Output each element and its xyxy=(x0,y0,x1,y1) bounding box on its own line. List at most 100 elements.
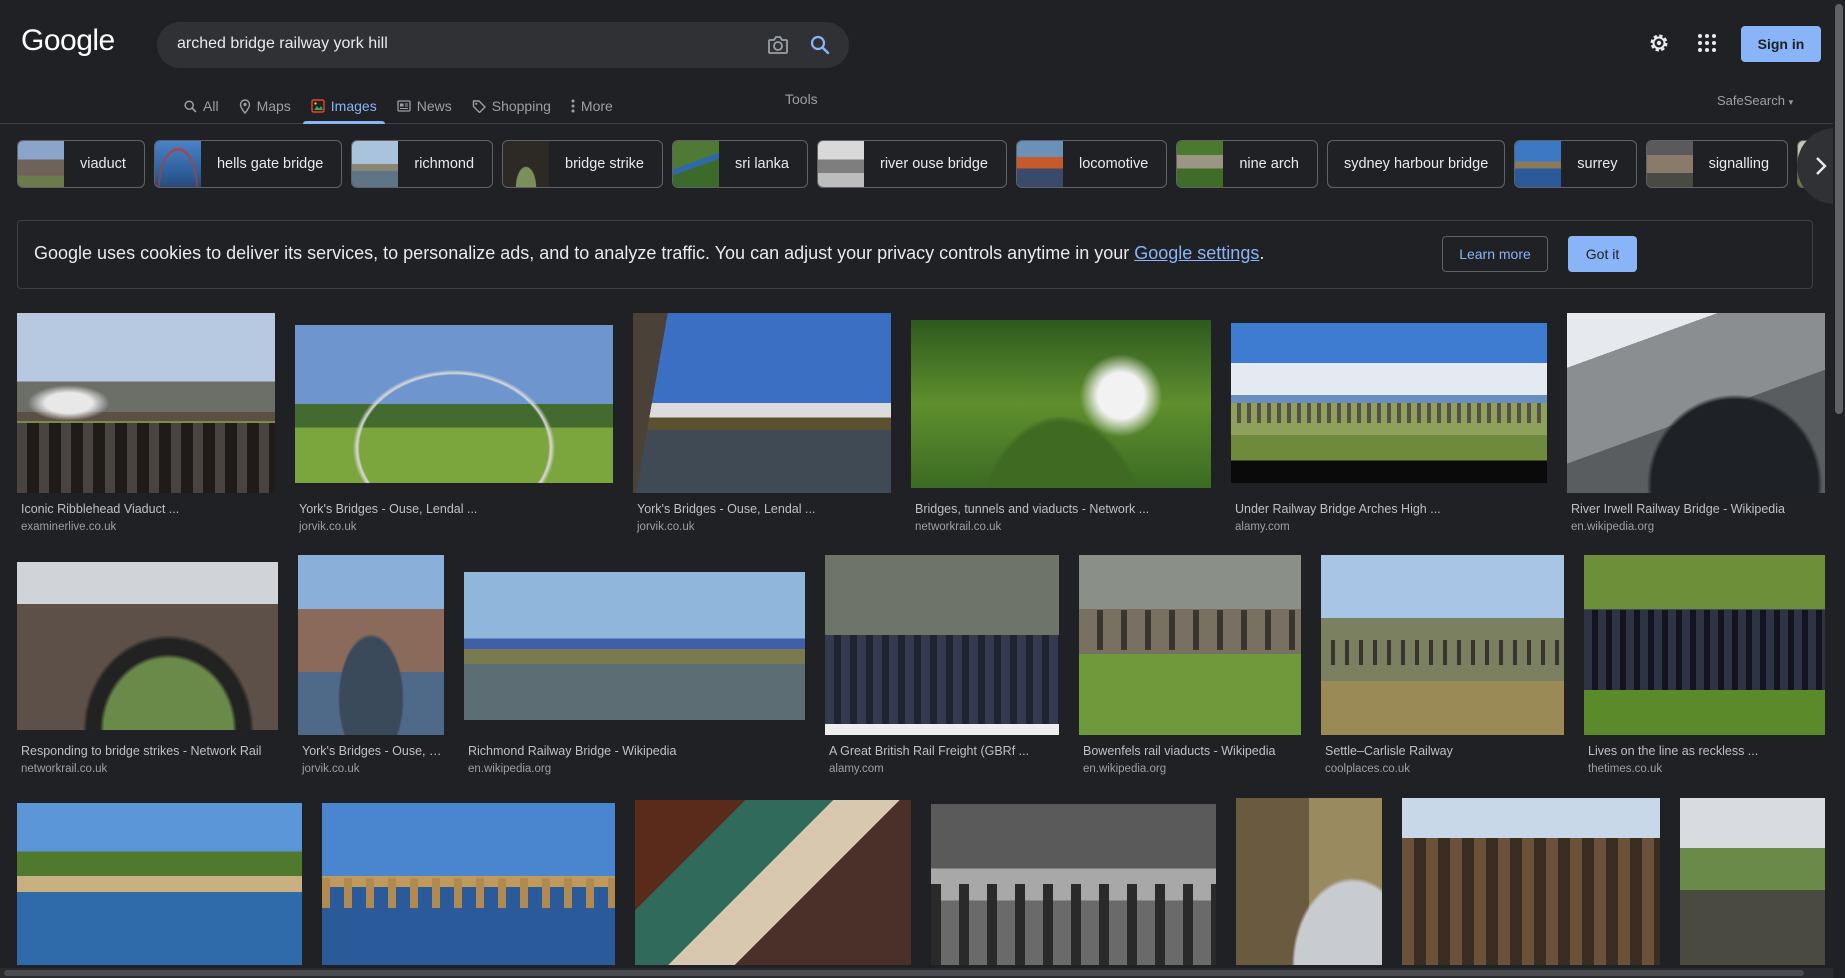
chip-thumbnail xyxy=(1017,141,1063,187)
image-result[interactable]: York's Bridges - Ouse, Lendal ... jorvik… xyxy=(295,313,613,537)
image-result[interactable]: Bridges, tunnels and viaducts - Network … xyxy=(911,313,1211,537)
vertical-scrollbar[interactable] xyxy=(1833,0,1845,978)
scrollbar-thumb[interactable] xyxy=(4,970,1804,976)
result-title[interactable]: Responding to bridge strikes - Network R… xyxy=(21,744,278,758)
tab-label: Maps xyxy=(256,98,291,114)
result-title[interactable]: Bridges, tunnels and viaducts - Network … xyxy=(915,502,1207,516)
result-title[interactable]: York's Bridges - Ouse, Lendal ... xyxy=(299,502,609,516)
result-image[interactable] xyxy=(1402,798,1660,965)
result-source: jorvik.co.uk xyxy=(637,521,695,533)
search-box[interactable]: arched bridge railway york hill xyxy=(157,22,849,68)
google-settings-link[interactable]: Google settings xyxy=(1134,243,1259,263)
result-image[interactable] xyxy=(17,313,275,493)
camera-icon[interactable] xyxy=(762,30,794,60)
image-result[interactable]: Responding to bridge strikes - Network R… xyxy=(17,555,278,779)
search-icon[interactable] xyxy=(804,30,836,60)
image-result[interactable] xyxy=(1236,798,1382,965)
result-image[interactable] xyxy=(295,325,613,483)
result-image[interactable] xyxy=(464,572,805,720)
result-image[interactable] xyxy=(1079,555,1301,735)
result-image[interactable] xyxy=(1567,313,1825,493)
search-icon xyxy=(184,99,197,113)
result-source: examinerlive.co.uk xyxy=(21,521,117,533)
result-image[interactable] xyxy=(635,800,911,965)
result-image[interactable] xyxy=(1236,798,1382,965)
image-result[interactable]: A Great British Rail Freight (GBRf ... a… xyxy=(825,555,1059,779)
result-title[interactable]: Settle–Carlisle Railway xyxy=(1325,744,1564,758)
chip-nine-arch[interactable]: nine arch xyxy=(1176,140,1318,188)
chip-locomotive[interactable]: locomotive xyxy=(1016,140,1168,188)
result-image[interactable] xyxy=(931,804,1216,965)
result-title[interactable]: Under Railway Bridge Arches High ... xyxy=(1235,502,1543,516)
caret-down-icon: ▾ xyxy=(1788,97,1794,107)
chip-viaduct[interactable]: viaduct xyxy=(17,140,145,188)
result-image[interactable] xyxy=(1680,798,1825,965)
tab-maps[interactable]: Maps xyxy=(231,88,299,124)
chip-hells-gate-bridge[interactable]: hells gate bridge xyxy=(153,140,343,188)
result-image[interactable] xyxy=(1321,555,1564,735)
image-result[interactable]: Lives on the line as reckless ... thetim… xyxy=(1584,555,1825,779)
chip-thumbnail xyxy=(18,141,64,187)
chip-signalling[interactable]: signalling xyxy=(1645,140,1789,188)
result-title[interactable]: Bowenfels rail viaducts - Wikipedia xyxy=(1083,744,1301,758)
safesearch-label: SafeSearch xyxy=(1717,93,1785,108)
got-it-button[interactable]: Got it xyxy=(1568,236,1637,272)
image-result[interactable]: River Irwell Railway Bridge - Wikipedia … xyxy=(1567,313,1825,537)
horizontal-scrollbar[interactable] xyxy=(0,968,1833,978)
tab-all[interactable]: All xyxy=(176,88,227,124)
safesearch-button[interactable]: SafeSearch ▾ xyxy=(1717,93,1793,108)
search-input[interactable]: arched bridge railway york hill xyxy=(177,35,388,53)
result-image[interactable] xyxy=(633,313,891,493)
apps-grid-icon[interactable] xyxy=(1692,28,1722,58)
image-result[interactable]: Settle–Carlisle Railway coolplaces.co.uk xyxy=(1321,555,1564,779)
result-title[interactable]: York's Bridges - Ouse, L... xyxy=(302,744,444,758)
result-image[interactable] xyxy=(322,803,615,965)
result-title[interactable]: A Great British Rail Freight (GBRf ... xyxy=(829,744,1059,758)
image-result[interactable] xyxy=(1402,798,1660,965)
result-title[interactable]: River Irwell Railway Bridge - Wikipedia xyxy=(1571,502,1821,516)
image-result[interactable]: Under Railway Bridge Arches High ... ala… xyxy=(1231,313,1547,537)
tools-button[interactable]: Tools xyxy=(785,91,818,107)
image-result[interactable]: York's Bridges - Ouse, Lendal ... jorvik… xyxy=(633,313,891,537)
result-source: en.wikipedia.org xyxy=(1571,521,1655,533)
result-image[interactable] xyxy=(1231,323,1547,483)
google-logo[interactable]: Google xyxy=(21,24,115,58)
gear-icon[interactable] xyxy=(1644,28,1674,58)
result-image[interactable] xyxy=(911,320,1211,488)
sign-in-button[interactable]: Sign in xyxy=(1741,26,1821,62)
chip-richmond[interactable]: richmond xyxy=(351,140,494,188)
chip-river-ouse-bridge[interactable]: river ouse bridge xyxy=(817,140,1007,188)
result-title[interactable]: Richmond Railway Bridge - Wikipedia xyxy=(468,744,805,758)
chip-label: locomotive xyxy=(1079,156,1149,172)
image-result[interactable] xyxy=(635,800,911,965)
image-result[interactable] xyxy=(1680,798,1825,965)
result-image[interactable] xyxy=(825,555,1059,735)
image-result[interactable]: Bowenfels rail viaducts - Wikipedia en.w… xyxy=(1079,555,1301,779)
image-result[interactable]: Richmond Railway Bridge - Wikipedia en.w… xyxy=(464,555,805,779)
image-result[interactable] xyxy=(17,803,302,965)
tab-more[interactable]: More xyxy=(563,88,621,124)
image-result[interactable]: York's Bridges - Ouse, L... jorvik.co.uk xyxy=(298,555,444,779)
chip-surrey[interactable]: surrey xyxy=(1514,140,1637,188)
result-title[interactable]: York's Bridges - Ouse, Lendal ... xyxy=(637,502,887,516)
chip-label: sri lanka xyxy=(735,156,789,172)
result-title[interactable]: Iconic Ribblehead Viaduct ... xyxy=(21,502,271,516)
learn-more-button[interactable]: Learn more xyxy=(1442,236,1548,272)
result-source: en.wikipedia.org xyxy=(1083,763,1167,775)
tab-shopping[interactable]: Shopping xyxy=(464,88,559,124)
image-result[interactable]: Iconic Ribblehead Viaduct ... examinerli… xyxy=(17,313,275,537)
chip-bridge-strike[interactable]: bridge strike xyxy=(502,140,663,188)
result-image[interactable] xyxy=(17,803,302,965)
chip-sydney-harbour-bridge[interactable]: sydney harbour bridge xyxy=(1326,140,1506,188)
tag-icon xyxy=(472,100,486,113)
tab-news[interactable]: News xyxy=(389,88,460,124)
image-result[interactable] xyxy=(322,803,615,965)
chip-sri-lanka[interactable]: sri lanka xyxy=(672,140,808,188)
tab-images[interactable]: Images xyxy=(302,88,385,124)
result-image[interactable] xyxy=(298,555,444,735)
result-title[interactable]: Lives on the line as reckless ... xyxy=(1588,744,1825,758)
image-result[interactable] xyxy=(931,804,1216,965)
scrollbar-thumb[interactable] xyxy=(1835,4,1843,414)
result-image[interactable] xyxy=(1584,555,1825,735)
result-image[interactable] xyxy=(17,562,278,730)
